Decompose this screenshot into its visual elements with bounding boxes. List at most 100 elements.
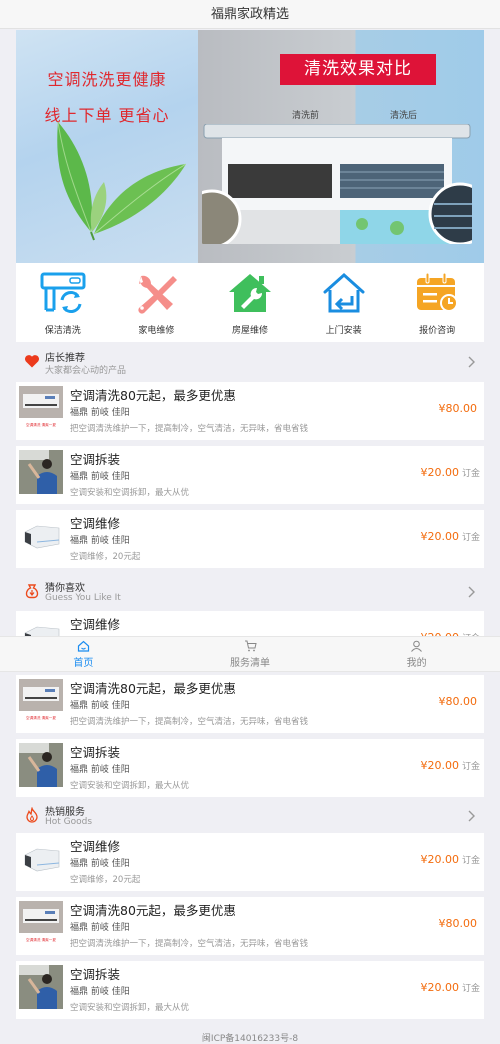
product-title: 空调维修 [70, 839, 121, 854]
product-price: ¥20.00 [420, 759, 459, 772]
nav-label: 房屋维修 [231, 326, 268, 336]
product-description: 把空调清洗维护一下，提高制冷，空气清洁，无异味，省电省钱 [70, 939, 309, 949]
heart-icon [24, 355, 40, 368]
ac-repair-photo-icon [19, 514, 63, 558]
label-before: 清洗前 [292, 111, 320, 121]
chevron-right-icon[interactable] [466, 355, 476, 369]
calendar-quote-icon [417, 272, 459, 312]
product-price-wrap: ¥80.00 [439, 917, 481, 930]
tab-label: 首页 [73, 658, 94, 669]
ac-clean-photo-icon: 空调清洗 清爽一夏 [19, 901, 63, 945]
tab-service-list[interactable]: 服务清单 [167, 637, 334, 671]
product-price: ¥20.00 [420, 530, 459, 543]
nav-item-house-repair[interactable]: 房屋维修 [203, 263, 297, 342]
ac-install-photo-icon [19, 450, 63, 494]
home-install-icon [323, 272, 365, 313]
price-unit: 订金 [461, 762, 480, 772]
cart-icon [244, 640, 257, 652]
product-locations: 福鼎 前岐 佳阳 [70, 536, 130, 546]
ac-clean-photo-icon: 空调清洗 清爽一夏 [19, 679, 63, 723]
product-locations: 福鼎 前岐 佳阳 [70, 472, 130, 482]
product-description: 空调安装和空调拆卸，最大从优 [70, 488, 190, 498]
nav-item-quote[interactable]: 报价咨询 [390, 263, 484, 342]
section-header-hot-goods[interactable]: 热销服务 Hot Goods [16, 799, 484, 833]
product-card[interactable]: 空调清洗 清爽一夏 空调清洗80元起，最多更优惠 福鼎 前岐 佳阳 把空调清洗维… [16, 897, 484, 955]
nav-item-home-install[interactable]: 上门安装 [297, 263, 391, 342]
product-title: 空调维修 [70, 617, 121, 632]
product-price-wrap: ¥20.00订金 [420, 466, 480, 479]
icp-footer: 闽ICP备14016233号-8 [201, 1034, 299, 1044]
product-card[interactable]: 空调拆装 福鼎 前岐 佳阳 空调安装和空调拆卸，最大从优 ¥20.00 订金 [16, 739, 484, 797]
ac-install-photo-icon [19, 965, 63, 1009]
fire-icon [26, 807, 38, 823]
product-description: 空调维修，20元起 [70, 875, 141, 885]
compare-badge: 清洗效果对比 [280, 54, 436, 85]
product-locations: 福鼎 前岐 佳阳 [70, 923, 130, 933]
product-thumbnail [19, 514, 63, 558]
tab-mine[interactable]: 我的 [333, 637, 500, 671]
home-icon [77, 640, 89, 652]
product-thumbnail [19, 743, 63, 787]
tab-home[interactable]: 首页 [0, 637, 167, 671]
product-thumbnail [19, 837, 63, 881]
tools-icon [138, 275, 178, 314]
tab-label: 服务清单 [230, 658, 270, 669]
nav-item-appliance-repair[interactable]: 家电维修 [110, 263, 204, 342]
product-price: ¥80.00 [438, 695, 478, 708]
section-subtitle: Hot Goods [45, 817, 93, 827]
promo-banner[interactable]: 空调洗洗更健康 线上下单 更省心 清洗效果对比 清洗前 清洗后 [16, 30, 484, 263]
app-title-bar: 福鼎家政精选 [0, 0, 500, 29]
product-title: 空调清洗80元起，最多更优惠 [70, 903, 236, 918]
page-title: 福鼎家政精选 [210, 7, 289, 22]
svg-text:空调清洗 清爽一夏: 空调清洗 清爽一夏 [26, 937, 56, 942]
section-title: 热销服务 [45, 807, 85, 818]
product-locations: 福鼎 前岐 佳阳 [70, 408, 130, 418]
price-unit: 订金 [461, 984, 480, 994]
user-icon [411, 640, 423, 652]
product-card[interactable]: 空调维修 福鼎 前岐 佳阳 空调维修，20元起 ¥20.00订金 [16, 833, 484, 891]
product-card[interactable]: 空调维修 福鼎 前岐 佳阳 空调维修，20元起 ¥20.00订金 [16, 510, 484, 568]
product-locations: 福鼎 前岐 佳阳 [70, 701, 130, 711]
svg-text:空调清洗 清爽一夏: 空调清洗 清爽一夏 [26, 715, 56, 720]
section-subtitle: 大家都会心动的产品 [45, 366, 127, 376]
nav-label: 上门安装 [325, 326, 362, 336]
section-subtitle: Guess You Like It [45, 593, 121, 603]
nav-label: 家电维修 [138, 326, 175, 336]
product-price: ¥20.00 [420, 853, 459, 866]
product-title: 空调清洗80元起，最多更优惠 [70, 681, 236, 696]
ac-clean-photo-icon: 空调清洗 清爽一夏 [19, 386, 63, 430]
section-header-guess-you-like[interactable]: 猜你喜欢 Guess You Like It [16, 575, 484, 609]
product-title: 空调拆装 [70, 967, 121, 982]
product-description: 空调安装和空调拆卸，最大从优 [70, 1003, 190, 1013]
product-thumbnail: 空调清洗 清爽一夏 [19, 679, 63, 723]
product-card[interactable]: 空调清洗 清爽一夏 空调清洗80元起，最多更优惠 福鼎 前岐 佳阳 把空调清洗维… [16, 382, 484, 440]
product-price: ¥80.00 [438, 402, 478, 415]
leaf-illustration-icon [57, 122, 186, 241]
ac-cleaning-icon [40, 272, 86, 313]
product-card[interactable]: 空调清洗 清爽一夏 空调清洗80元起，最多更优惠 福鼎 前岐 佳阳 把空调清洗维… [16, 675, 484, 733]
house-repair-icon [228, 274, 271, 312]
product-price: ¥20.00 [420, 981, 459, 994]
product-description: 空调维修，20元起 [70, 552, 141, 562]
product-price: ¥80.00 [438, 917, 478, 930]
product-title: 空调清洗80元起，最多更优惠 [70, 388, 236, 403]
section-title: 店长推荐 [45, 353, 85, 364]
chevron-right-icon[interactable] [466, 809, 476, 823]
product-card[interactable]: 空调拆装 福鼎 前岐 佳阳 空调安装和空调拆卸，最大从优 ¥20.00 订金 [16, 446, 484, 504]
product-card[interactable]: 空调拆装 福鼎 前岐 佳阳 空调安装和空调拆卸，最大从优 ¥20.00 订金 [16, 961, 484, 1019]
product-thumbnail: 空调清洗 清爽一夏 [19, 901, 63, 945]
product-description: 把空调清洗维护一下，提高制冷，空气清洁，无异味，省电省钱 [70, 424, 309, 434]
chevron-right-icon[interactable] [466, 585, 476, 599]
nav-item-cleaning[interactable]: 保洁清洗 [16, 263, 110, 342]
money-bag-icon [25, 584, 39, 599]
price-unit: 订金 [461, 533, 480, 543]
ac-install-photo-icon [19, 743, 63, 787]
price-unit: 订金 [461, 856, 480, 866]
ac-comparison-illustration-icon [202, 124, 472, 244]
product-title: 空调拆装 [70, 745, 121, 760]
section-header-recommended[interactable]: 店长推荐 大家都会心动的产品 [16, 345, 484, 379]
product-price-wrap: ¥20.00订金 [420, 981, 480, 994]
product-description: 空调安装和空调拆卸，最大从优 [70, 781, 190, 791]
product-price-wrap: ¥80.00 [439, 695, 481, 708]
label-after: 清洗后 [390, 111, 418, 121]
